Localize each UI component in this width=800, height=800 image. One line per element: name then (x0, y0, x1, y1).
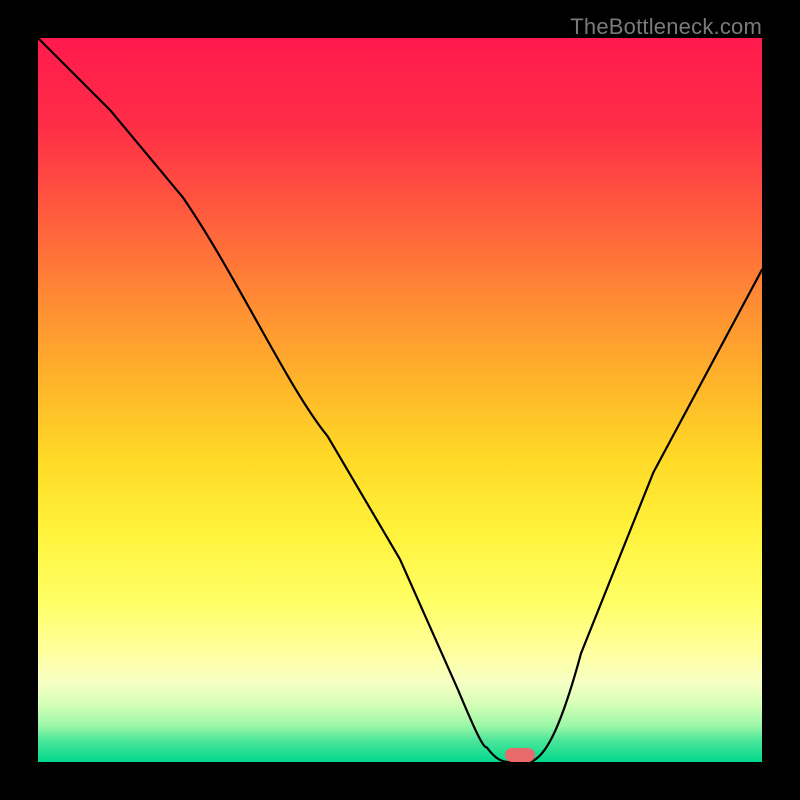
bottleneck-curve (38, 38, 762, 762)
optimal-point-marker (505, 748, 535, 762)
watermark-text: TheBottleneck.com (570, 14, 762, 40)
plot-area (38, 38, 762, 762)
curve-path (38, 38, 762, 762)
chart-frame: TheBottleneck.com (0, 0, 800, 800)
